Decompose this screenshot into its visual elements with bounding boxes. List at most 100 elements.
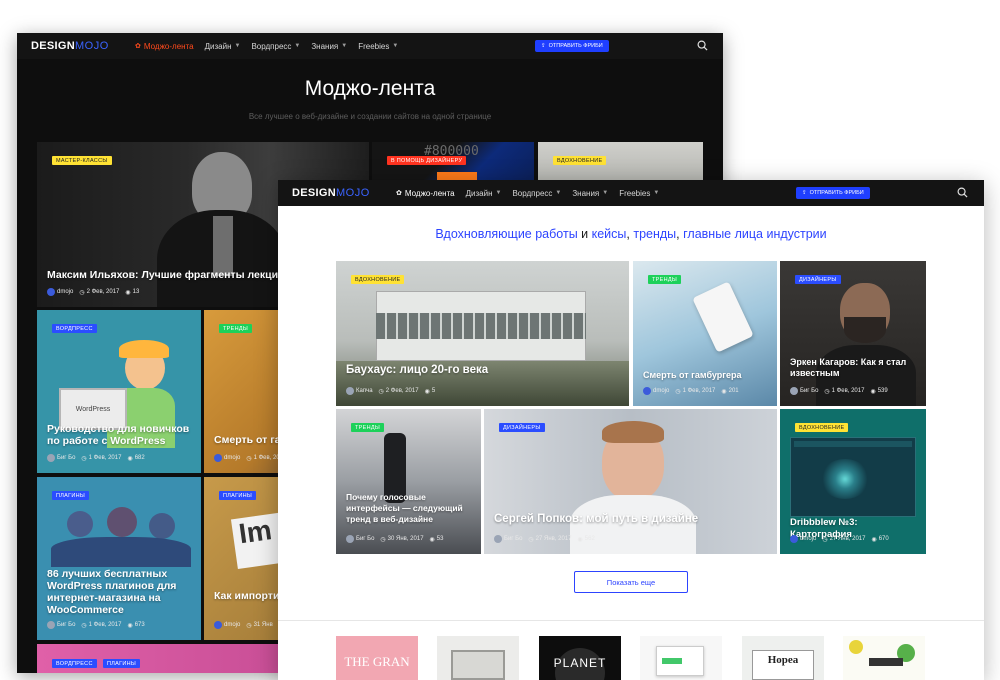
article-title[interactable]: Эркен Кагаров: Как я стал известным bbox=[790, 357, 918, 379]
screen-text: WordPress bbox=[75, 405, 111, 413]
headline-link-cases[interactable]: кейсы bbox=[592, 227, 627, 241]
thumbnail-card[interactable]: PLANET bbox=[539, 636, 621, 680]
headline-link-faces[interactable]: главные лица индустрии bbox=[683, 227, 827, 241]
category-badge[interactable]: ВОРДПРЕСС bbox=[52, 324, 97, 333]
thumbnail-card[interactable]: Hopea bbox=[742, 636, 824, 680]
author[interactable]: dmojo bbox=[47, 288, 73, 296]
author[interactable]: Капча bbox=[346, 387, 373, 395]
eye-icon: ◉ bbox=[429, 536, 435, 543]
logo-mojo-text: MOJO bbox=[74, 40, 109, 52]
date: ◷ 1 Фев, 2017 bbox=[675, 388, 715, 395]
clock-icon: ◷ bbox=[675, 388, 681, 395]
nav-item-knowledge[interactable]: Знания ▼ bbox=[572, 189, 608, 198]
article-card[interactable]: ДИЗАЙНЕРЫ Сергей Попков: мой путь в диза… bbox=[484, 409, 777, 554]
article-title[interactable]: Сергей Попков: мой путь в дизайне bbox=[494, 513, 769, 525]
nav-item-feed[interactable]: ✿ Моджо-лента bbox=[396, 189, 455, 198]
headline-link-works[interactable]: Вдохновляющие работы bbox=[435, 227, 577, 241]
article-meta: Биг Бо ◷ 30 Янв, 2017 ◉ 53 bbox=[346, 535, 443, 543]
headline-link-trends[interactable]: тренды bbox=[633, 227, 676, 241]
author[interactable]: dmojo bbox=[790, 535, 816, 543]
feed-icon: ✿ bbox=[396, 190, 402, 197]
thumbnail-card[interactable]: THE GRAN bbox=[336, 636, 418, 680]
nav-item-wordpress[interactable]: Вордпресс ▼ bbox=[512, 189, 561, 198]
search-icon[interactable] bbox=[957, 187, 968, 198]
article-card[interactable]: WordPress ВОРДПРЕСС Руководство для нови… bbox=[37, 310, 201, 473]
author[interactable]: Биг Бо bbox=[346, 535, 374, 543]
thumbnail-text: THE GRAN bbox=[344, 654, 410, 669]
search-icon[interactable] bbox=[697, 40, 708, 51]
author[interactable]: dmojo bbox=[214, 621, 240, 629]
ninja-shape bbox=[67, 511, 93, 537]
nav-item-feed[interactable]: ✿ Моджо-лента bbox=[135, 42, 194, 51]
article-title[interactable]: Руководство для новичков по работе с Wor… bbox=[47, 423, 193, 447]
avatar bbox=[790, 387, 798, 395]
article-title[interactable]: Смерть от гамбургера bbox=[643, 369, 769, 381]
article-title[interactable]: 86 лучших бесплатных WordPress плагинов … bbox=[47, 568, 193, 616]
clock-icon: ◷ bbox=[378, 388, 384, 395]
date-text: 1 Фев, 2017 bbox=[682, 388, 716, 394]
nav-item-knowledge[interactable]: Знания ▼ bbox=[311, 42, 347, 51]
nav-item-freebies[interactable]: Freebies ▼ bbox=[619, 189, 659, 198]
submit-label: ОТПРАВИТЬ ФРИБИ bbox=[809, 190, 864, 196]
category-badge[interactable]: ВДОХНОВЕНИЕ bbox=[795, 423, 849, 432]
chevron-down-icon: ▼ bbox=[294, 43, 301, 49]
category-badge[interactable]: ПЛАГИНЫ bbox=[52, 491, 90, 500]
submit-freebie-button[interactable]: ⇪ ОТПРАВИТЬ ФРИБИ bbox=[535, 40, 609, 52]
author[interactable]: dmojo bbox=[214, 454, 240, 462]
article-meta: Биг Бо ◷ 1 Фев, 2017 ◉ 682 bbox=[47, 454, 145, 462]
category-badge[interactable]: МАСТЕР-КЛАССЫ bbox=[52, 156, 112, 165]
show-more-button[interactable]: Показать еще bbox=[574, 571, 688, 593]
category-badge[interactable]: ТРЕНДЫ bbox=[219, 324, 253, 333]
date-text: 31 Янв bbox=[253, 622, 273, 628]
category-badge[interactable]: ТРЕНДЫ bbox=[351, 423, 385, 432]
article-card[interactable]: ВДОХНОВЕНИЕ Баухаус: лицо 20-го века Кап… bbox=[336, 261, 629, 406]
date-text: 30 Янв, 2017 bbox=[387, 536, 424, 542]
category-badge[interactable]: ДИЗАЙНЕРЫ bbox=[795, 275, 841, 284]
category-badge[interactable]: ВДОХНОВЕНИЕ bbox=[553, 156, 607, 165]
chevron-down-icon: ▼ bbox=[495, 190, 502, 196]
beard-shape bbox=[844, 317, 886, 343]
article-card[interactable]: ПЛАГИНЫ 86 лучших бесплатных WordPress п… bbox=[37, 477, 201, 640]
thumbnail-text: PLANET bbox=[553, 656, 607, 670]
date-text: 1 Фев, 2017 bbox=[88, 622, 122, 628]
avatar bbox=[643, 387, 651, 395]
category-badge[interactable]: ПЛАГИНЫ bbox=[219, 491, 257, 500]
category-badge[interactable]: В ПОМОЩЬ ДИЗАЙНЕРУ bbox=[387, 156, 467, 165]
author-name: dmojo bbox=[224, 455, 241, 461]
author[interactable]: dmojo bbox=[643, 387, 669, 395]
date: ◷ 27 Янв, 2017 bbox=[528, 536, 571, 543]
front-window: DESIGN MOJO ✿ Моджо-лента Дизайн ▼ Вордпрес… bbox=[278, 180, 984, 680]
author[interactable]: Биг Бо bbox=[790, 387, 818, 395]
author-name: Биг Бо bbox=[57, 455, 76, 461]
submit-freebie-button[interactable]: ⇪ ОТПРАВИТЬ ФРИБИ bbox=[796, 187, 870, 199]
category-badge[interactable]: ВДОХНОВЕНИЕ bbox=[351, 275, 405, 284]
eye-icon: ◉ bbox=[125, 289, 131, 296]
article-title[interactable]: Почему голосовые интерфейсы — следующий … bbox=[346, 492, 473, 525]
map-toolbar bbox=[794, 441, 912, 447]
thumbnail-card[interactable] bbox=[843, 636, 925, 680]
thumbnail-card[interactable] bbox=[437, 636, 519, 680]
author[interactable]: Биг Бо bbox=[47, 454, 75, 462]
article-card[interactable]: ТРЕНДЫ Почему голосовые интерфейсы — сле… bbox=[336, 409, 481, 554]
clock-icon: ◷ bbox=[81, 455, 87, 462]
author[interactable]: Биг Бо bbox=[47, 621, 75, 629]
author-name: Биг Бо bbox=[504, 536, 523, 542]
date: ◷ 2 Фев, 2017 bbox=[79, 289, 119, 296]
category-badge[interactable]: ТРЕНДЫ bbox=[648, 275, 682, 284]
nav-item-freebies[interactable]: Freebies ▼ bbox=[358, 42, 398, 51]
site-logo[interactable]: DESIGN MOJO bbox=[31, 40, 109, 52]
avatar bbox=[346, 535, 354, 543]
author[interactable]: Биг Бо bbox=[494, 535, 522, 543]
views-count: 682 bbox=[134, 455, 145, 461]
article-card[interactable]: ДИЗАЙНЕРЫ Эркен Кагаров: Как я стал изве… bbox=[780, 261, 926, 406]
article-card[interactable]: ТРЕНДЫ Смерть от гамбургера dmojo ◷ 1 Фев… bbox=[633, 261, 777, 406]
nav-item-wordpress[interactable]: Вордпресс ▼ bbox=[251, 42, 300, 51]
category-badge[interactable]: ДИЗАЙНЕРЫ bbox=[499, 423, 545, 432]
article-title[interactable]: Баухаус: лицо 20-го века bbox=[346, 364, 621, 376]
nav-item-design[interactable]: Дизайн ▼ bbox=[205, 42, 241, 51]
nav-item-design[interactable]: Дизайн ▼ bbox=[466, 189, 502, 198]
site-logo[interactable]: DESIGN MOJO bbox=[292, 187, 370, 199]
date: ◷ 31 Янв bbox=[246, 622, 272, 629]
thumbnail-card[interactable] bbox=[640, 636, 722, 680]
article-card[interactable]: ВДОХНОВЕНИЕ Dribbblew №3: Картография dm… bbox=[780, 409, 926, 554]
